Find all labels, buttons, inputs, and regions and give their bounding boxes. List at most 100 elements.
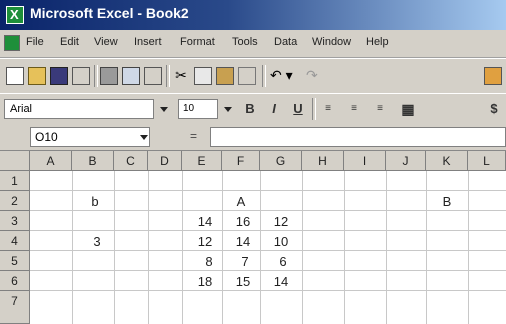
column-header-h[interactable]: H [302, 151, 344, 171]
align-right-icon[interactable]: ≡ [370, 99, 390, 119]
formatting-toolbar: Arial 10 B I U ≡ ≡ ≡ ▦ $ [0, 93, 506, 125]
row-header-5[interactable]: 5 [0, 251, 30, 271]
gridline [148, 171, 149, 324]
cell-g6[interactable]: 14 [266, 274, 296, 289]
select-all-corner[interactable] [0, 151, 30, 171]
font-size-box[interactable]: 10 [178, 99, 218, 119]
excel-app-icon[interactable] [6, 6, 24, 24]
name-box[interactable]: O10 [30, 127, 150, 147]
redo-icon[interactable]: ↷ [306, 67, 336, 85]
menu-format[interactable]: Format [180, 36, 215, 48]
gridline [426, 171, 427, 324]
gridline [260, 171, 261, 324]
column-header-g[interactable]: G [260, 151, 302, 171]
column-header-b[interactable]: B [72, 151, 114, 171]
cell-b2[interactable]: b [80, 194, 110, 209]
undo-icon[interactable]: ↶ ▾ [270, 67, 300, 85]
row-header-3[interactable]: 3 [0, 211, 30, 231]
gridline [302, 171, 303, 324]
open-icon[interactable] [28, 67, 46, 85]
cell-f2[interactable]: A [226, 194, 256, 209]
cell-e6[interactable]: 18 [190, 274, 220, 289]
print-icon[interactable] [100, 67, 118, 85]
bold-button[interactable]: B [240, 99, 260, 119]
cell-g5[interactable]: 6 [268, 254, 298, 269]
column-header-f[interactable]: F [222, 151, 260, 171]
align-left-icon[interactable]: ≡ [318, 99, 338, 119]
gridline [468, 171, 469, 324]
cell-f5[interactable]: 7 [230, 254, 260, 269]
paste-icon[interactable] [216, 67, 234, 85]
gridline [114, 171, 115, 324]
row-header-6[interactable]: 6 [0, 271, 30, 291]
row-header-7[interactable]: 7 [0, 291, 30, 324]
row-header-1[interactable]: 1 [0, 171, 30, 191]
excel-window: Microsoft Excel - Book2 File Edit View I… [0, 0, 506, 324]
font-name-box[interactable]: Arial [4, 99, 154, 119]
menu-file[interactable]: File [26, 36, 44, 48]
print-preview-icon[interactable] [122, 67, 140, 85]
cell-k2[interactable]: B [432, 194, 462, 209]
name-box-dropdown-icon[interactable] [140, 135, 148, 140]
column-header-i[interactable]: I [344, 151, 386, 171]
column-header-j[interactable]: J [386, 151, 426, 171]
window-title: Microsoft Excel - Book2 [30, 5, 189, 21]
cell-f4[interactable]: 14 [228, 234, 258, 249]
menu-tools[interactable]: Tools [232, 36, 258, 48]
font-dropdown-icon[interactable] [160, 107, 168, 112]
cell-f3[interactable]: 16 [228, 214, 258, 229]
cell-f6[interactable]: 15 [228, 274, 258, 289]
gridline [386, 171, 387, 324]
align-center-icon[interactable]: ≡ [344, 99, 364, 119]
column-header-k[interactable]: K [426, 151, 468, 171]
column-header-l[interactable]: L [468, 151, 506, 171]
merge-center-icon[interactable]: ▦ [398, 99, 418, 119]
gridline [30, 210, 506, 211]
menu-data[interactable]: Data [274, 36, 297, 48]
column-header-c[interactable]: C [114, 151, 148, 171]
title-bar: Microsoft Excel - Book2 [0, 0, 506, 30]
menu-help[interactable]: Help [366, 36, 389, 48]
column-header-e[interactable]: E [182, 151, 222, 171]
menu-insert[interactable]: Insert [134, 36, 162, 48]
equals-icon[interactable]: = [190, 129, 197, 143]
cell-e5[interactable]: 8 [194, 254, 224, 269]
cell-g4[interactable]: 10 [266, 234, 296, 249]
column-header-a[interactable]: A [30, 151, 72, 171]
menu-edit[interactable]: Edit [60, 36, 79, 48]
size-dropdown-icon[interactable] [224, 107, 232, 112]
cell-g3[interactable]: 12 [266, 214, 296, 229]
spelling-icon[interactable] [144, 67, 162, 85]
formula-bar: O10 = [0, 124, 506, 151]
gridline [30, 290, 506, 291]
gridline [182, 171, 183, 324]
cell-e4[interactable]: 12 [190, 234, 220, 249]
gridline [30, 190, 506, 191]
menu-view[interactable]: View [94, 36, 118, 48]
italic-button[interactable]: I [264, 99, 284, 119]
gridline [344, 171, 345, 324]
menu-window[interactable]: Window [312, 36, 351, 48]
format-painter-icon[interactable] [238, 67, 256, 85]
column-header-d[interactable]: D [148, 151, 182, 171]
toolbar-separator [262, 65, 266, 87]
save-icon[interactable] [50, 67, 68, 85]
cell-b4[interactable]: 3 [82, 234, 112, 249]
formula-input[interactable] [210, 127, 506, 147]
menu-bar: File Edit View Insert Format Tools Data … [0, 30, 506, 58]
row-header-4[interactable]: 4 [0, 231, 30, 251]
gridline [30, 250, 506, 251]
standard-toolbar: ✂ ↶ ▾ ↷ [0, 58, 506, 94]
toolbar-separator [94, 65, 98, 87]
underline-button[interactable]: U [288, 99, 308, 119]
hyperlink-icon[interactable] [484, 67, 502, 85]
copy-icon[interactable] [194, 67, 212, 85]
cut-icon[interactable]: ✂ [172, 67, 190, 85]
email-icon[interactable] [72, 67, 90, 85]
new-icon[interactable] [6, 67, 24, 85]
workbook-icon[interactable] [4, 35, 20, 51]
row-header-2[interactable]: 2 [0, 191, 30, 211]
cell-e3[interactable]: 14 [190, 214, 220, 229]
currency-icon[interactable]: $ [484, 99, 504, 119]
gridline [30, 270, 506, 271]
